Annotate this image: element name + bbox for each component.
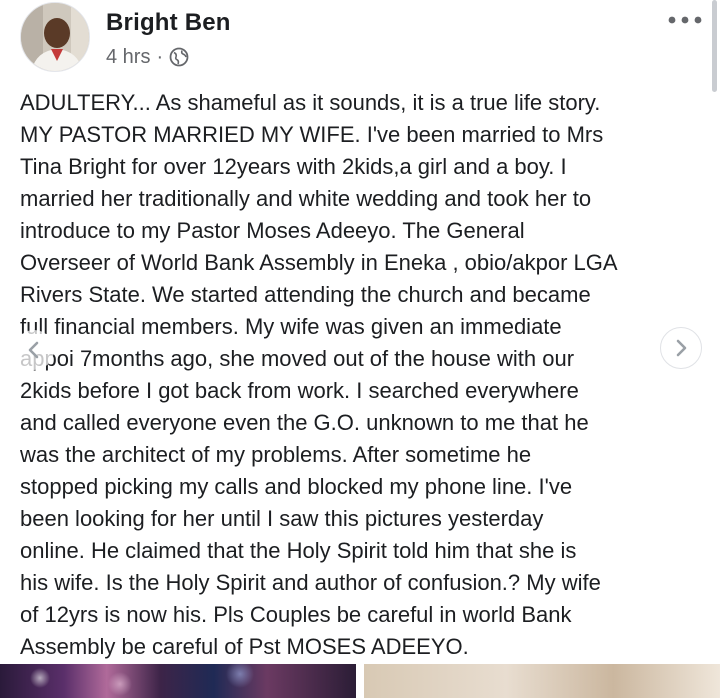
post-text-line: of 12yrs is now his. Pls Couples be care…: [20, 602, 572, 627]
carousel-next-button[interactable]: [660, 327, 702, 369]
post-text-line: ADULTERY... As shameful as it sounds, it…: [20, 90, 601, 115]
post-text-line: been looking for her until I saw this pi…: [20, 506, 544, 531]
post-text-line: Overseer of World Bank Assembly in Eneka…: [20, 250, 618, 275]
more-options-icon[interactable]: [665, 8, 705, 32]
post-text-line: appoi 7months ago, she moved out of the …: [20, 346, 575, 371]
author-name[interactable]: Bright Ben: [106, 9, 231, 37]
meta-separator: ·: [156, 45, 164, 68]
chevron-left-icon: [28, 341, 39, 359]
post-text-line: Tina Bright for over 12years with 2kids,…: [20, 154, 567, 179]
post-photo-2[interactable]: [364, 664, 720, 698]
post-text-line: Assembly be careful of Pst MOSES ADEEYO.: [20, 634, 469, 659]
photo-gallery: [0, 664, 720, 698]
scrollbar[interactable]: [712, 0, 717, 92]
post-text-line: introduce to my Pastor Moses Adeeyo. The…: [20, 218, 525, 243]
chevron-right-icon: [676, 339, 687, 357]
post-text: ADULTERY... As shameful as it sounds, it…: [20, 87, 710, 663]
post-photo-1[interactable]: [0, 664, 356, 698]
post-text-line: married her traditionally and white wedd…: [20, 186, 592, 211]
post-text-line: 2kids before I got back from work. I sea…: [20, 378, 579, 403]
post-text-line: his wife. Is the Holy Spirit and author …: [20, 570, 601, 595]
post-text-line: online. He claimed that the Holy Spirit …: [20, 538, 577, 563]
post-text-line: MY PASTOR MARRIED MY WIFE. I've been mar…: [20, 122, 604, 147]
post-header: Bright Ben 4 hrs ·: [0, 0, 720, 84]
carousel-prev-button[interactable]: [14, 330, 54, 370]
post-text-line: and called everyone even the G.O. unknow…: [20, 410, 589, 435]
post-text-line: Rivers State. We started attending the c…: [20, 282, 591, 307]
post-text-line: was the architect of my problems. After …: [20, 442, 532, 467]
post-text-line: stopped picking my calls and blocked my …: [20, 474, 573, 499]
post-text-line: full financial members. My wife was give…: [20, 314, 562, 339]
globe-icon[interactable]: [169, 47, 189, 67]
avatar[interactable]: [20, 2, 90, 72]
avatar-photo: [21, 3, 89, 71]
post-timestamp[interactable]: 4 hrs: [106, 46, 150, 69]
post-meta: 4 hrs ·: [106, 44, 189, 70]
